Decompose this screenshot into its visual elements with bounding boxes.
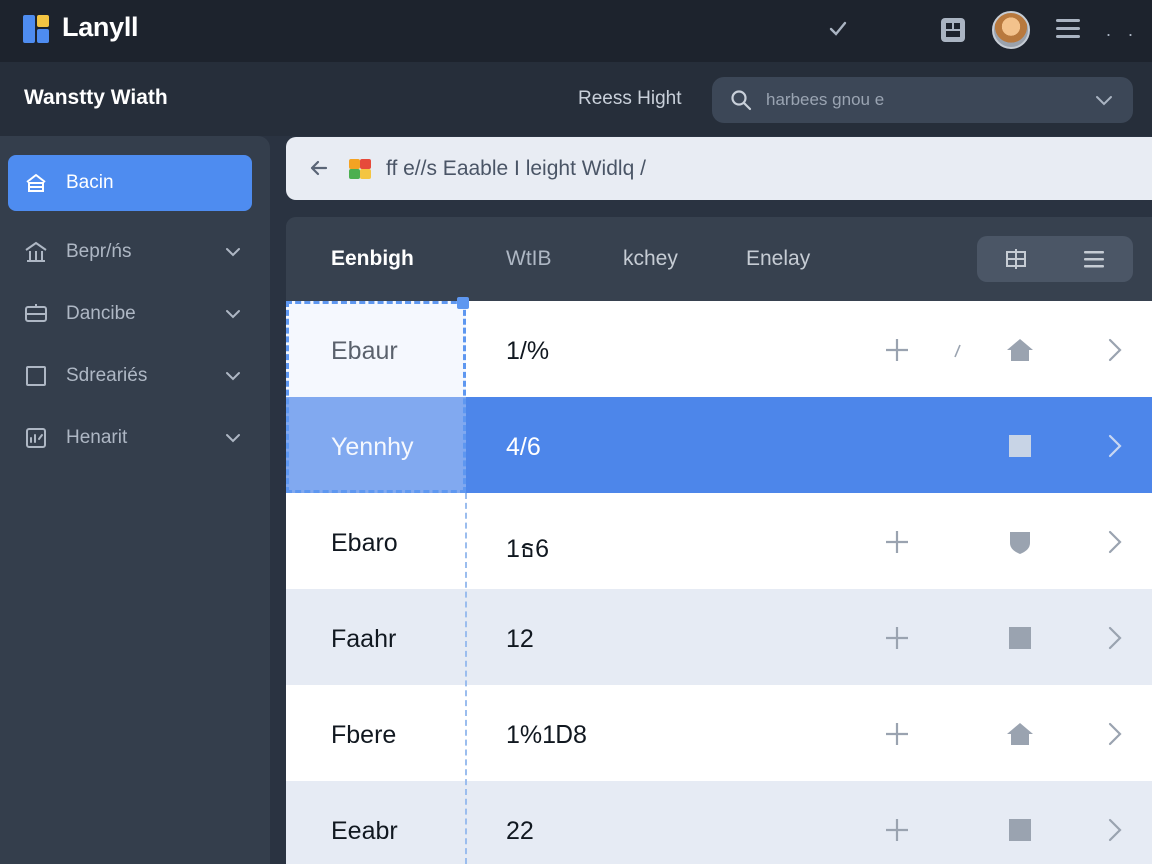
back-arrow-icon[interactable] — [308, 157, 330, 179]
row-value: 12 — [506, 625, 534, 653]
column-header[interactable]: kchey — [623, 247, 678, 271]
chevron-right-icon[interactable] — [1104, 337, 1126, 363]
plus-icon[interactable] — [884, 817, 910, 843]
chevron-down-icon — [226, 310, 240, 319]
app-logo-icon — [23, 15, 49, 43]
row-name: Faahr — [331, 625, 397, 653]
chart-icon — [26, 428, 46, 448]
slash-icon — [954, 344, 961, 358]
column-selection-guide — [465, 493, 467, 864]
row-value: 1/% — [506, 337, 550, 365]
bank-icon — [25, 241, 47, 262]
sidebar-item-label: Bepr/ńs — [66, 241, 132, 262]
list-view-button[interactable] — [1055, 236, 1133, 282]
columns-view-button[interactable] — [977, 236, 1055, 282]
chevron-right-icon[interactable] — [1104, 817, 1126, 843]
column-header[interactable]: WtIB — [506, 247, 552, 271]
column-header[interactable]: Enelay — [746, 247, 810, 271]
plus-icon[interactable] — [884, 625, 910, 651]
table-row[interactable]: Eeabr 22 — [286, 781, 1152, 864]
search-bar[interactable] — [712, 77, 1133, 123]
row-value: 1%1Ꭰ8 — [506, 721, 587, 749]
more-dots-icon[interactable]: . . — [1106, 20, 1139, 41]
grid-box-icon[interactable] — [938, 15, 968, 45]
breadcrumb-path[interactable]: ff e//s Eaable I leight Widlq / — [386, 157, 646, 181]
sidebar-item-henarit[interactable]: Henarit — [8, 410, 252, 466]
page-title: Wanstty Wiath — [24, 86, 168, 109]
sidebar-item-label: Bacin — [66, 172, 114, 193]
sidebar: Bacin Bepr/ńs Dancibe Sdreariés Henarit — [0, 136, 270, 864]
sidebar-item-label: Henarit — [66, 427, 128, 448]
table-row[interactable]: Fbere 1%1Ꭰ8 — [286, 685, 1152, 781]
row-name: Ebaro — [331, 529, 398, 557]
square-icon[interactable] — [1006, 625, 1034, 651]
row-value: 1ธ6 — [506, 535, 550, 563]
row-name: Eeabr — [331, 817, 398, 845]
chevron-down-icon — [226, 434, 240, 443]
chevron-down-icon[interactable] — [1094, 91, 1114, 109]
sidebar-item-label: Sdreariés — [66, 365, 148, 386]
square-icon — [26, 366, 46, 386]
check-icon[interactable] — [826, 14, 850, 42]
column-header[interactable]: Eenbigh — [331, 247, 414, 271]
chevron-right-icon[interactable] — [1104, 529, 1126, 555]
data-table: Eenbigh WtIB kchey Enelay Ebaur 1/% Yenn… — [286, 217, 1152, 864]
breadcrumb: ff e//s Eaable I leight Widlq / — [286, 137, 1152, 200]
chevron-right-icon[interactable] — [1104, 433, 1126, 459]
chevron-down-icon — [226, 248, 240, 257]
view-toggle[interactable] — [977, 236, 1133, 282]
shield-icon[interactable] — [1006, 529, 1034, 555]
home-icon[interactable] — [1006, 337, 1034, 363]
chevron-right-icon[interactable] — [1104, 721, 1126, 747]
plus-icon[interactable] — [884, 337, 910, 363]
columns-icon — [1006, 249, 1026, 269]
menu-icon[interactable] — [1054, 17, 1082, 41]
header-link[interactable]: Reess Hight — [578, 88, 682, 110]
top-bar: Lanyll . . — [0, 0, 1152, 62]
table-row[interactable]: Ebaro 1ธ6 — [286, 493, 1152, 589]
plus-icon[interactable] — [884, 529, 910, 555]
plus-icon[interactable] — [884, 721, 910, 747]
square-icon[interactable] — [1006, 817, 1034, 843]
home-icon — [26, 174, 46, 192]
row-value: 4/6 — [506, 433, 541, 461]
resize-handle[interactable] — [457, 297, 469, 309]
square-icon[interactable] — [1006, 433, 1034, 459]
app-name: Lanyll — [62, 12, 139, 42]
table-row[interactable]: Faahr 12 — [286, 589, 1152, 685]
chevron-right-icon[interactable] — [1104, 625, 1126, 651]
list-icon — [1084, 251, 1104, 268]
chevron-down-icon — [226, 372, 240, 381]
sidebar-item-bacin[interactable]: Bacin — [8, 155, 252, 211]
sidebar-item-beprns[interactable]: Bepr/ńs — [8, 224, 252, 280]
device-icon — [25, 304, 47, 322]
row-name: Fbere — [331, 721, 397, 749]
search-icon — [731, 90, 752, 111]
home-icon[interactable] — [1006, 721, 1034, 747]
row-value: 22 — [506, 817, 534, 845]
app-logo-icon — [349, 159, 371, 179]
sidebar-item-label: Dancibe — [66, 303, 136, 324]
search-input[interactable] — [766, 88, 1066, 112]
column-selection-box[interactable] — [286, 301, 466, 493]
table-header: Eenbigh WtIB kchey Enelay — [286, 217, 1152, 301]
sidebar-item-sdrearies[interactable]: Sdreariés — [8, 348, 252, 404]
avatar[interactable] — [992, 11, 1030, 49]
sidebar-item-dancibe[interactable]: Dancibe — [8, 286, 252, 342]
